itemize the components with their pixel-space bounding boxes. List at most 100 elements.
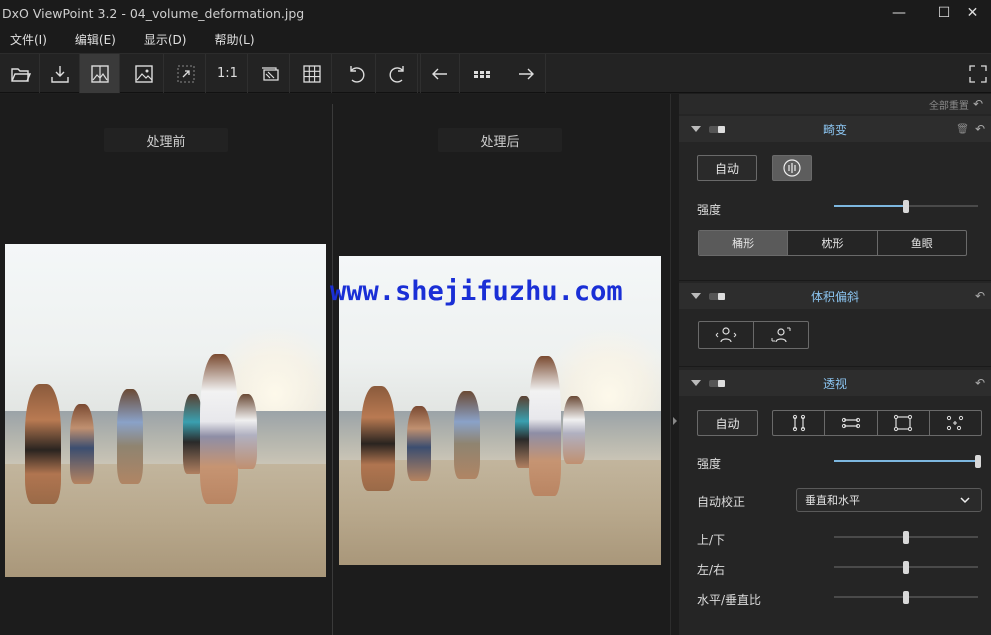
up-down-label: 上/下	[697, 533, 726, 547]
auto-correct-value: 垂直和水平	[805, 494, 860, 507]
reset-icon[interactable]: ↶	[975, 122, 985, 136]
fullscreen-button[interactable]	[965, 54, 991, 93]
before-label: 处理前	[104, 128, 228, 152]
folder-open-icon	[10, 67, 31, 82]
volume-mode-selector	[698, 321, 809, 349]
close-button[interactable]: ✕	[954, 0, 991, 26]
distortion-strength-slider[interactable]	[834, 200, 978, 213]
mask-icon	[261, 66, 279, 81]
vertical-lines-option[interactable]	[773, 411, 826, 435]
minimize-button[interactable]: —	[876, 0, 922, 26]
rectangle-option[interactable]	[878, 411, 930, 435]
next-image-button[interactable]	[506, 54, 546, 93]
perspective-mode-selector	[772, 410, 982, 436]
pincushion-option[interactable]: 枕形	[788, 231, 878, 255]
panel-top-bar: 全部重置 ↶	[679, 94, 991, 114]
menu-edit[interactable]: 编辑(E)	[75, 31, 116, 48]
eight-point-icon	[947, 415, 964, 431]
reset-all-icon[interactable]: ↶	[973, 97, 983, 111]
barrel-option[interactable]: 桶形	[699, 231, 789, 255]
menu-view[interactable]: 显示(D)	[144, 31, 187, 48]
slider-thumb[interactable]	[903, 200, 909, 213]
perspective-title: 透视	[822, 376, 847, 391]
rotate-right-button[interactable]	[378, 54, 418, 93]
export-button[interactable]	[40, 54, 80, 93]
panel-collapse-handle[interactable]	[670, 94, 679, 635]
volume-horizontal-option[interactable]	[699, 322, 754, 348]
reset-all-link[interactable]: 全部重置	[929, 97, 969, 112]
grid-icon	[302, 64, 321, 83]
perspective-strength-slider[interactable]	[834, 455, 981, 468]
fit-screen-icon	[177, 65, 194, 82]
person-horizontal-icon	[715, 327, 737, 343]
grid-view-icon	[474, 70, 490, 78]
toolbar: 1:1	[0, 53, 991, 93]
horizontal-lines-icon	[841, 417, 860, 429]
distortion-analysis-button[interactable]	[772, 155, 812, 181]
menu-help[interactable]: 帮助(L)	[214, 31, 254, 48]
rotate-right-icon	[389, 65, 404, 83]
fullscreen-icon	[969, 64, 987, 83]
image-viewer: 处理前 处理后	[0, 94, 670, 635]
horizontal-lines-option[interactable]	[825, 411, 878, 435]
waveform-icon	[783, 159, 801, 177]
perspective-section-header[interactable]: 透视 ↶	[679, 370, 991, 396]
auto-correct-select[interactable]: 垂直和水平	[796, 488, 982, 512]
volume-title: 体积偏斜	[810, 289, 859, 304]
volume-section-header[interactable]: 体积偏斜 ↶	[679, 283, 991, 309]
reset-icon[interactable]: ↶	[975, 289, 985, 303]
up-down-slider[interactable]	[834, 531, 978, 544]
mask-button[interactable]	[250, 54, 290, 93]
fit-screen-button[interactable]	[166, 54, 206, 93]
distortion-title: 畸变	[822, 122, 847, 137]
settings-panel: 全部重置 ↶ 畸变 🗑 ↶ 自动 强度 桶形 枕形 鱼眼 体积偏斜 ↶ 透视 ↶…	[679, 94, 991, 635]
single-image-icon	[134, 64, 153, 83]
window-title: DxO ViewPoint 3.2 - 04_volume_deformatio…	[2, 5, 305, 21]
rectangle-icon	[894, 414, 913, 432]
watermark-text: www.shejifuzhu.com	[330, 276, 623, 307]
before-after-button[interactable]	[80, 54, 120, 93]
eight-point-option[interactable]	[930, 411, 981, 435]
person-diagonal-icon	[771, 327, 791, 343]
reset-icon[interactable]: ↶	[975, 376, 985, 390]
perspective-auto-button[interactable]: 自动	[697, 410, 758, 436]
single-image-button[interactable]	[124, 54, 164, 93]
grid-view-button[interactable]	[462, 54, 502, 93]
menu-file[interactable]: 文件(I)	[10, 31, 47, 48]
rotate-left-button[interactable]	[336, 54, 376, 93]
ratio-slider[interactable]	[834, 591, 978, 604]
perspective-strength-label: 强度	[697, 457, 722, 471]
distortion-strength-label: 强度	[697, 203, 722, 217]
previous-image-button[interactable]	[420, 54, 460, 93]
distortion-auto-button[interactable]: 自动	[697, 155, 757, 181]
distortion-section-header[interactable]: 畸变 🗑 ↶	[679, 116, 991, 142]
fisheye-option[interactable]: 鱼眼	[878, 231, 966, 255]
auto-correct-label: 自动校正	[697, 495, 746, 509]
zoom-100-icon: 1:1	[217, 66, 238, 81]
volume-diagonal-option[interactable]	[754, 322, 808, 348]
section-divider	[679, 366, 991, 367]
prev-arrow-icon	[432, 68, 447, 79]
left-right-slider[interactable]	[834, 561, 978, 574]
slider-thumb[interactable]	[903, 591, 909, 604]
distortion-type-selector: 桶形 枕形 鱼眼	[698, 230, 967, 256]
slider-thumb[interactable]	[975, 455, 981, 468]
rotate-left-icon	[349, 65, 364, 83]
slider-thumb[interactable]	[903, 561, 909, 574]
slider-thumb[interactable]	[903, 531, 909, 544]
next-arrow-icon	[518, 68, 534, 79]
section-divider	[679, 280, 991, 281]
left-right-label: 左/右	[697, 563, 726, 577]
grid-button[interactable]	[292, 54, 332, 93]
chevron-down-icon	[960, 497, 970, 504]
before-photo	[5, 244, 326, 577]
zoom-100-button[interactable]: 1:1	[208, 54, 248, 93]
menu-bar: 文件(I) 编辑(E) 显示(D) 帮助(L)	[0, 26, 991, 53]
trash-icon[interactable]: 🗑	[956, 124, 969, 135]
title-bar: DxO ViewPoint 3.2 - 04_volume_deformatio…	[0, 0, 991, 26]
open-folder-button[interactable]	[0, 54, 40, 93]
before-after-icon	[90, 64, 109, 83]
ratio-label: 水平/垂直比	[697, 593, 762, 607]
split-divider[interactable]	[332, 104, 333, 635]
after-label: 处理后	[438, 128, 562, 152]
